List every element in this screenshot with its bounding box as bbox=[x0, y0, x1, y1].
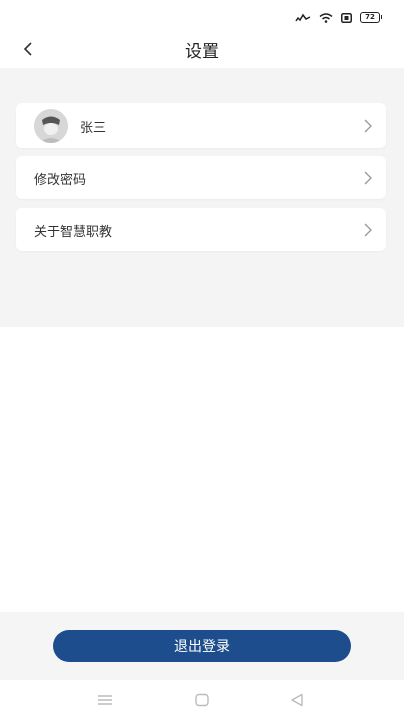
about-label: 关于智慧职教 bbox=[34, 225, 113, 240]
status-bar: 72 bbox=[0, 0, 404, 34]
wifi-icon bbox=[319, 12, 333, 23]
profile-name: 张三 bbox=[80, 121, 107, 136]
change-password-label: 修改密码 bbox=[34, 173, 87, 188]
system-nav-bar bbox=[0, 680, 404, 720]
battery-level: 72 bbox=[365, 13, 375, 21]
avatar bbox=[34, 109, 68, 143]
battery-icon: 72 bbox=[360, 12, 382, 23]
back-triangle-icon[interactable] bbox=[290, 692, 304, 711]
menu-icon[interactable] bbox=[97, 692, 113, 711]
sim-icon bbox=[341, 12, 352, 23]
chevron-right-icon bbox=[364, 118, 372, 137]
home-icon[interactable] bbox=[195, 692, 209, 711]
logout-button[interactable]: 退出登录 bbox=[53, 630, 351, 662]
status-icons: 72 bbox=[295, 12, 382, 23]
change-password-row[interactable]: 修改密码 bbox=[16, 156, 386, 199]
profile-row[interactable]: 张三 bbox=[16, 103, 386, 148]
chevron-right-icon bbox=[364, 170, 372, 189]
nav-bar: 设置 bbox=[0, 34, 404, 68]
bottom-action-area: 退出登录 bbox=[0, 612, 404, 680]
page-title: 设置 bbox=[185, 42, 219, 62]
about-row[interactable]: 关于智慧职教 bbox=[16, 208, 386, 251]
chevron-right-icon bbox=[364, 222, 372, 241]
signal-icon bbox=[295, 13, 311, 23]
